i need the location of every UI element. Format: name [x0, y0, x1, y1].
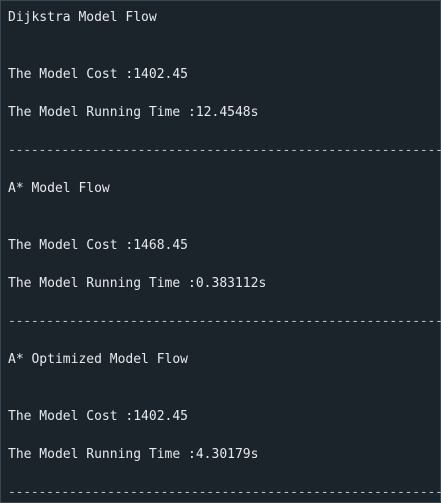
section-title: A* Model Flow — [8, 181, 110, 196]
terminal-output: Dijkstra Model Flow The Model Cost :1402… — [1, 1, 441, 502]
model-cost-line: The Model Cost :1402.45 — [8, 67, 189, 82]
model-cost-line: The Model Cost :1468.45 — [8, 238, 189, 253]
divider-line: ----------------------------------------… — [8, 143, 441, 158]
model-running-time-line: The Model Running Time :0.383112s — [8, 276, 267, 291]
model-running-time-line: The Model Running Time :4.30179s — [8, 447, 259, 462]
section-title: Dijkstra Model Flow — [8, 10, 157, 25]
model-cost-line: The Model Cost :1402.45 — [8, 409, 189, 424]
model-running-time-line: The Model Running Time :12.4548s — [8, 105, 259, 120]
section-title: A* Optimized Model Flow — [8, 352, 189, 367]
divider-line: ----------------------------------------… — [8, 314, 441, 329]
divider-line: ----------------------------------------… — [8, 485, 441, 500]
